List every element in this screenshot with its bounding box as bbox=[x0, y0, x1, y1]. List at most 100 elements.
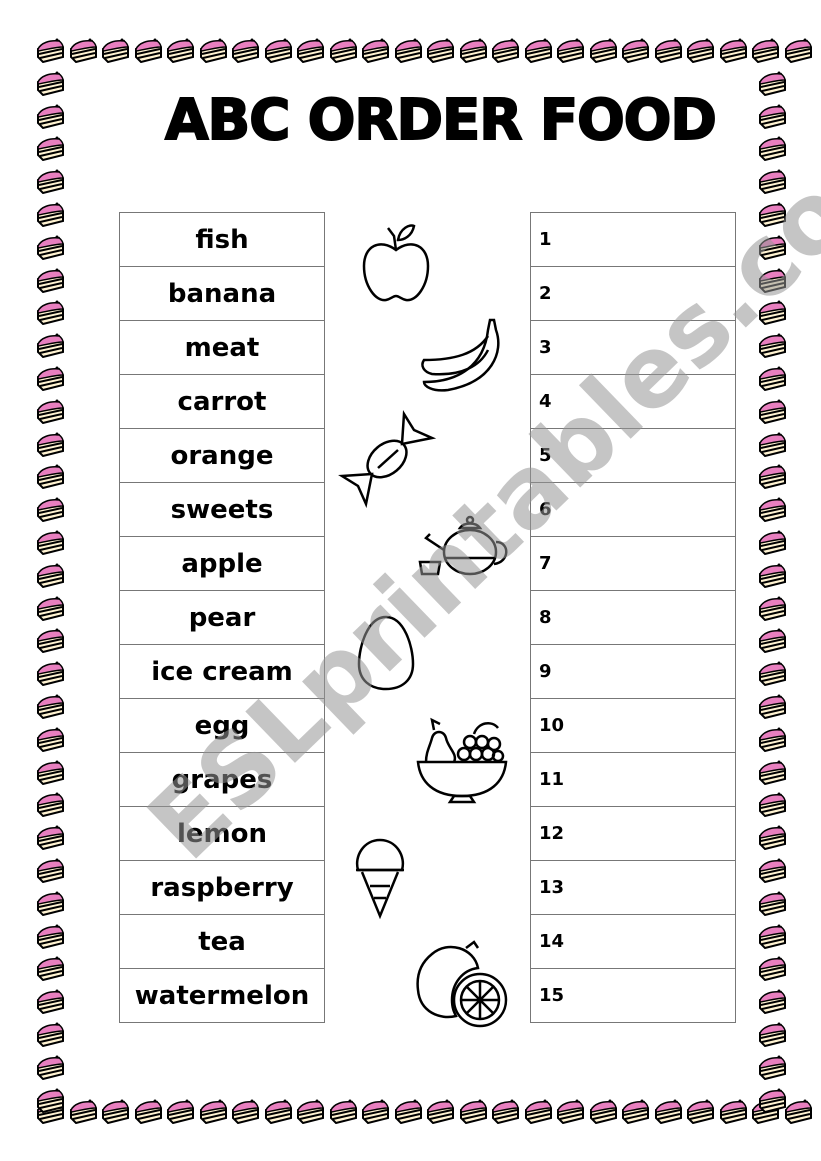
cake-slice-icon bbox=[35, 824, 65, 851]
cake-slice-icon bbox=[555, 37, 585, 64]
cake-slice-icon bbox=[263, 1098, 293, 1125]
cake-slice-icon bbox=[588, 37, 618, 64]
cake-slice-icon bbox=[100, 37, 130, 64]
word-cell: watermelon bbox=[119, 968, 325, 1023]
word-cell: grapes bbox=[119, 752, 325, 806]
cake-slice-icon bbox=[757, 234, 787, 260]
cake-slice-icon bbox=[35, 431, 65, 457]
cake-slice-icon bbox=[165, 37, 195, 64]
cake-slice-icon bbox=[198, 1098, 228, 1125]
cake-slice-icon bbox=[35, 365, 65, 392]
fruit-bowl-icon bbox=[414, 716, 510, 804]
word-cell: pear bbox=[119, 590, 325, 644]
cake-slice-icon bbox=[35, 857, 65, 884]
answer-cell[interactable]: 13 bbox=[530, 860, 736, 914]
cake-slice-icon bbox=[757, 529, 787, 556]
cake-slice-icon bbox=[757, 824, 787, 851]
cake-slice-icon bbox=[35, 890, 65, 916]
cake-slice-icon bbox=[757, 955, 787, 982]
word-cell: banana bbox=[119, 266, 325, 320]
cake-slice-icon bbox=[757, 923, 787, 949]
cake-slice-icon bbox=[35, 234, 65, 260]
cake-slice-icon bbox=[523, 37, 553, 64]
cake-slice-icon bbox=[653, 1098, 683, 1125]
cake-slice-icon bbox=[757, 693, 787, 720]
cake-slice-icon bbox=[35, 923, 65, 949]
cake-slice-icon bbox=[757, 562, 787, 588]
answer-cell[interactable]: 12 bbox=[530, 806, 736, 860]
cake-slice-icon bbox=[757, 365, 787, 392]
cake-slice-icon bbox=[757, 168, 787, 195]
answer-cell[interactable]: 2 bbox=[530, 266, 736, 320]
word-cell: lemon bbox=[119, 806, 325, 860]
cake-slice-icon bbox=[35, 529, 65, 556]
cake-slice-icon bbox=[685, 37, 715, 64]
word-cell: raspberry bbox=[119, 860, 325, 914]
answer-cell[interactable]: 3 bbox=[530, 320, 736, 374]
cake-slice-icon bbox=[35, 1087, 65, 1113]
cake-slice-icon bbox=[555, 1098, 585, 1125]
cake-slice-icon bbox=[490, 37, 520, 64]
cake-slice-icon bbox=[263, 37, 293, 64]
word-cell: apple bbox=[119, 536, 325, 590]
cake-slice-icon bbox=[360, 1098, 390, 1125]
answer-cell[interactable]: 11 bbox=[530, 752, 736, 806]
cake-slice-icon bbox=[328, 37, 358, 64]
cake-slice-icon bbox=[757, 1054, 787, 1080]
cake-slice-icon bbox=[35, 267, 65, 293]
cake-slice-icon bbox=[757, 496, 787, 523]
cake-slice-icon bbox=[100, 1098, 130, 1125]
cake-slice-icon bbox=[35, 1021, 65, 1048]
answer-cell[interactable]: 4 bbox=[530, 374, 736, 428]
cake-slice-icon bbox=[588, 1098, 618, 1125]
cake-slice-icon bbox=[685, 1098, 715, 1125]
answer-cell[interactable]: 5 bbox=[530, 428, 736, 482]
answer-cell[interactable]: 7 bbox=[530, 536, 736, 590]
answer-cell[interactable]: 14 bbox=[530, 914, 736, 968]
word-cell: ice cream bbox=[119, 644, 325, 698]
cake-slice-icon bbox=[458, 1098, 488, 1125]
cake-slice-icon bbox=[718, 1098, 748, 1125]
cake-slice-icon bbox=[757, 332, 787, 359]
cake-slice-icon bbox=[198, 37, 228, 64]
word-cell: orange bbox=[119, 428, 325, 482]
cake-slice-icon bbox=[68, 37, 98, 64]
word-cell: tea bbox=[119, 914, 325, 968]
cake-slice-icon bbox=[133, 1098, 163, 1125]
cake-slice-icon bbox=[523, 1098, 553, 1125]
cake-slice-icon bbox=[757, 988, 787, 1015]
cake-slice-icon bbox=[757, 1087, 787, 1113]
cake-slice-icon bbox=[35, 398, 65, 424]
word-cell: meat bbox=[119, 320, 325, 374]
cake-slice-icon bbox=[35, 562, 65, 588]
cake-slice-icon bbox=[230, 1098, 260, 1125]
cake-slice-icon bbox=[35, 463, 65, 490]
cake-slice-icon bbox=[718, 37, 748, 64]
cake-slice-icon bbox=[35, 693, 65, 720]
cake-slice-icon bbox=[295, 37, 325, 64]
banana-icon bbox=[418, 316, 510, 394]
cake-slice-icon bbox=[750, 37, 780, 64]
answer-cell[interactable]: 9 bbox=[530, 644, 736, 698]
cake-slice-icon bbox=[757, 398, 787, 424]
answer-cell[interactable]: 6 bbox=[530, 482, 736, 536]
answer-cell[interactable]: 15 bbox=[530, 968, 736, 1023]
word-cell: fish bbox=[119, 212, 325, 266]
cake-slice-icon bbox=[757, 890, 787, 916]
cake-slice-icon bbox=[35, 595, 65, 621]
cake-slice-icon bbox=[360, 37, 390, 64]
egg-icon bbox=[356, 614, 416, 692]
cake-slice-icon bbox=[757, 1021, 787, 1048]
answer-cell[interactable]: 8 bbox=[530, 590, 736, 644]
answer-cell[interactable]: 10 bbox=[530, 698, 736, 752]
cake-slice-icon bbox=[165, 1098, 195, 1125]
cake-slice-icon bbox=[757, 660, 787, 687]
answer-list: 1 2 3 4 5 6 7 8 9 10 11 12 13 14 15 bbox=[530, 212, 736, 1023]
word-cell: carrot bbox=[119, 374, 325, 428]
answer-cell[interactable]: 1 bbox=[530, 212, 736, 266]
cake-slice-icon bbox=[757, 791, 787, 818]
cake-slice-icon bbox=[35, 660, 65, 687]
word-cell: egg bbox=[119, 698, 325, 752]
cake-slice-icon bbox=[757, 201, 787, 228]
cake-slice-icon bbox=[783, 1098, 813, 1125]
